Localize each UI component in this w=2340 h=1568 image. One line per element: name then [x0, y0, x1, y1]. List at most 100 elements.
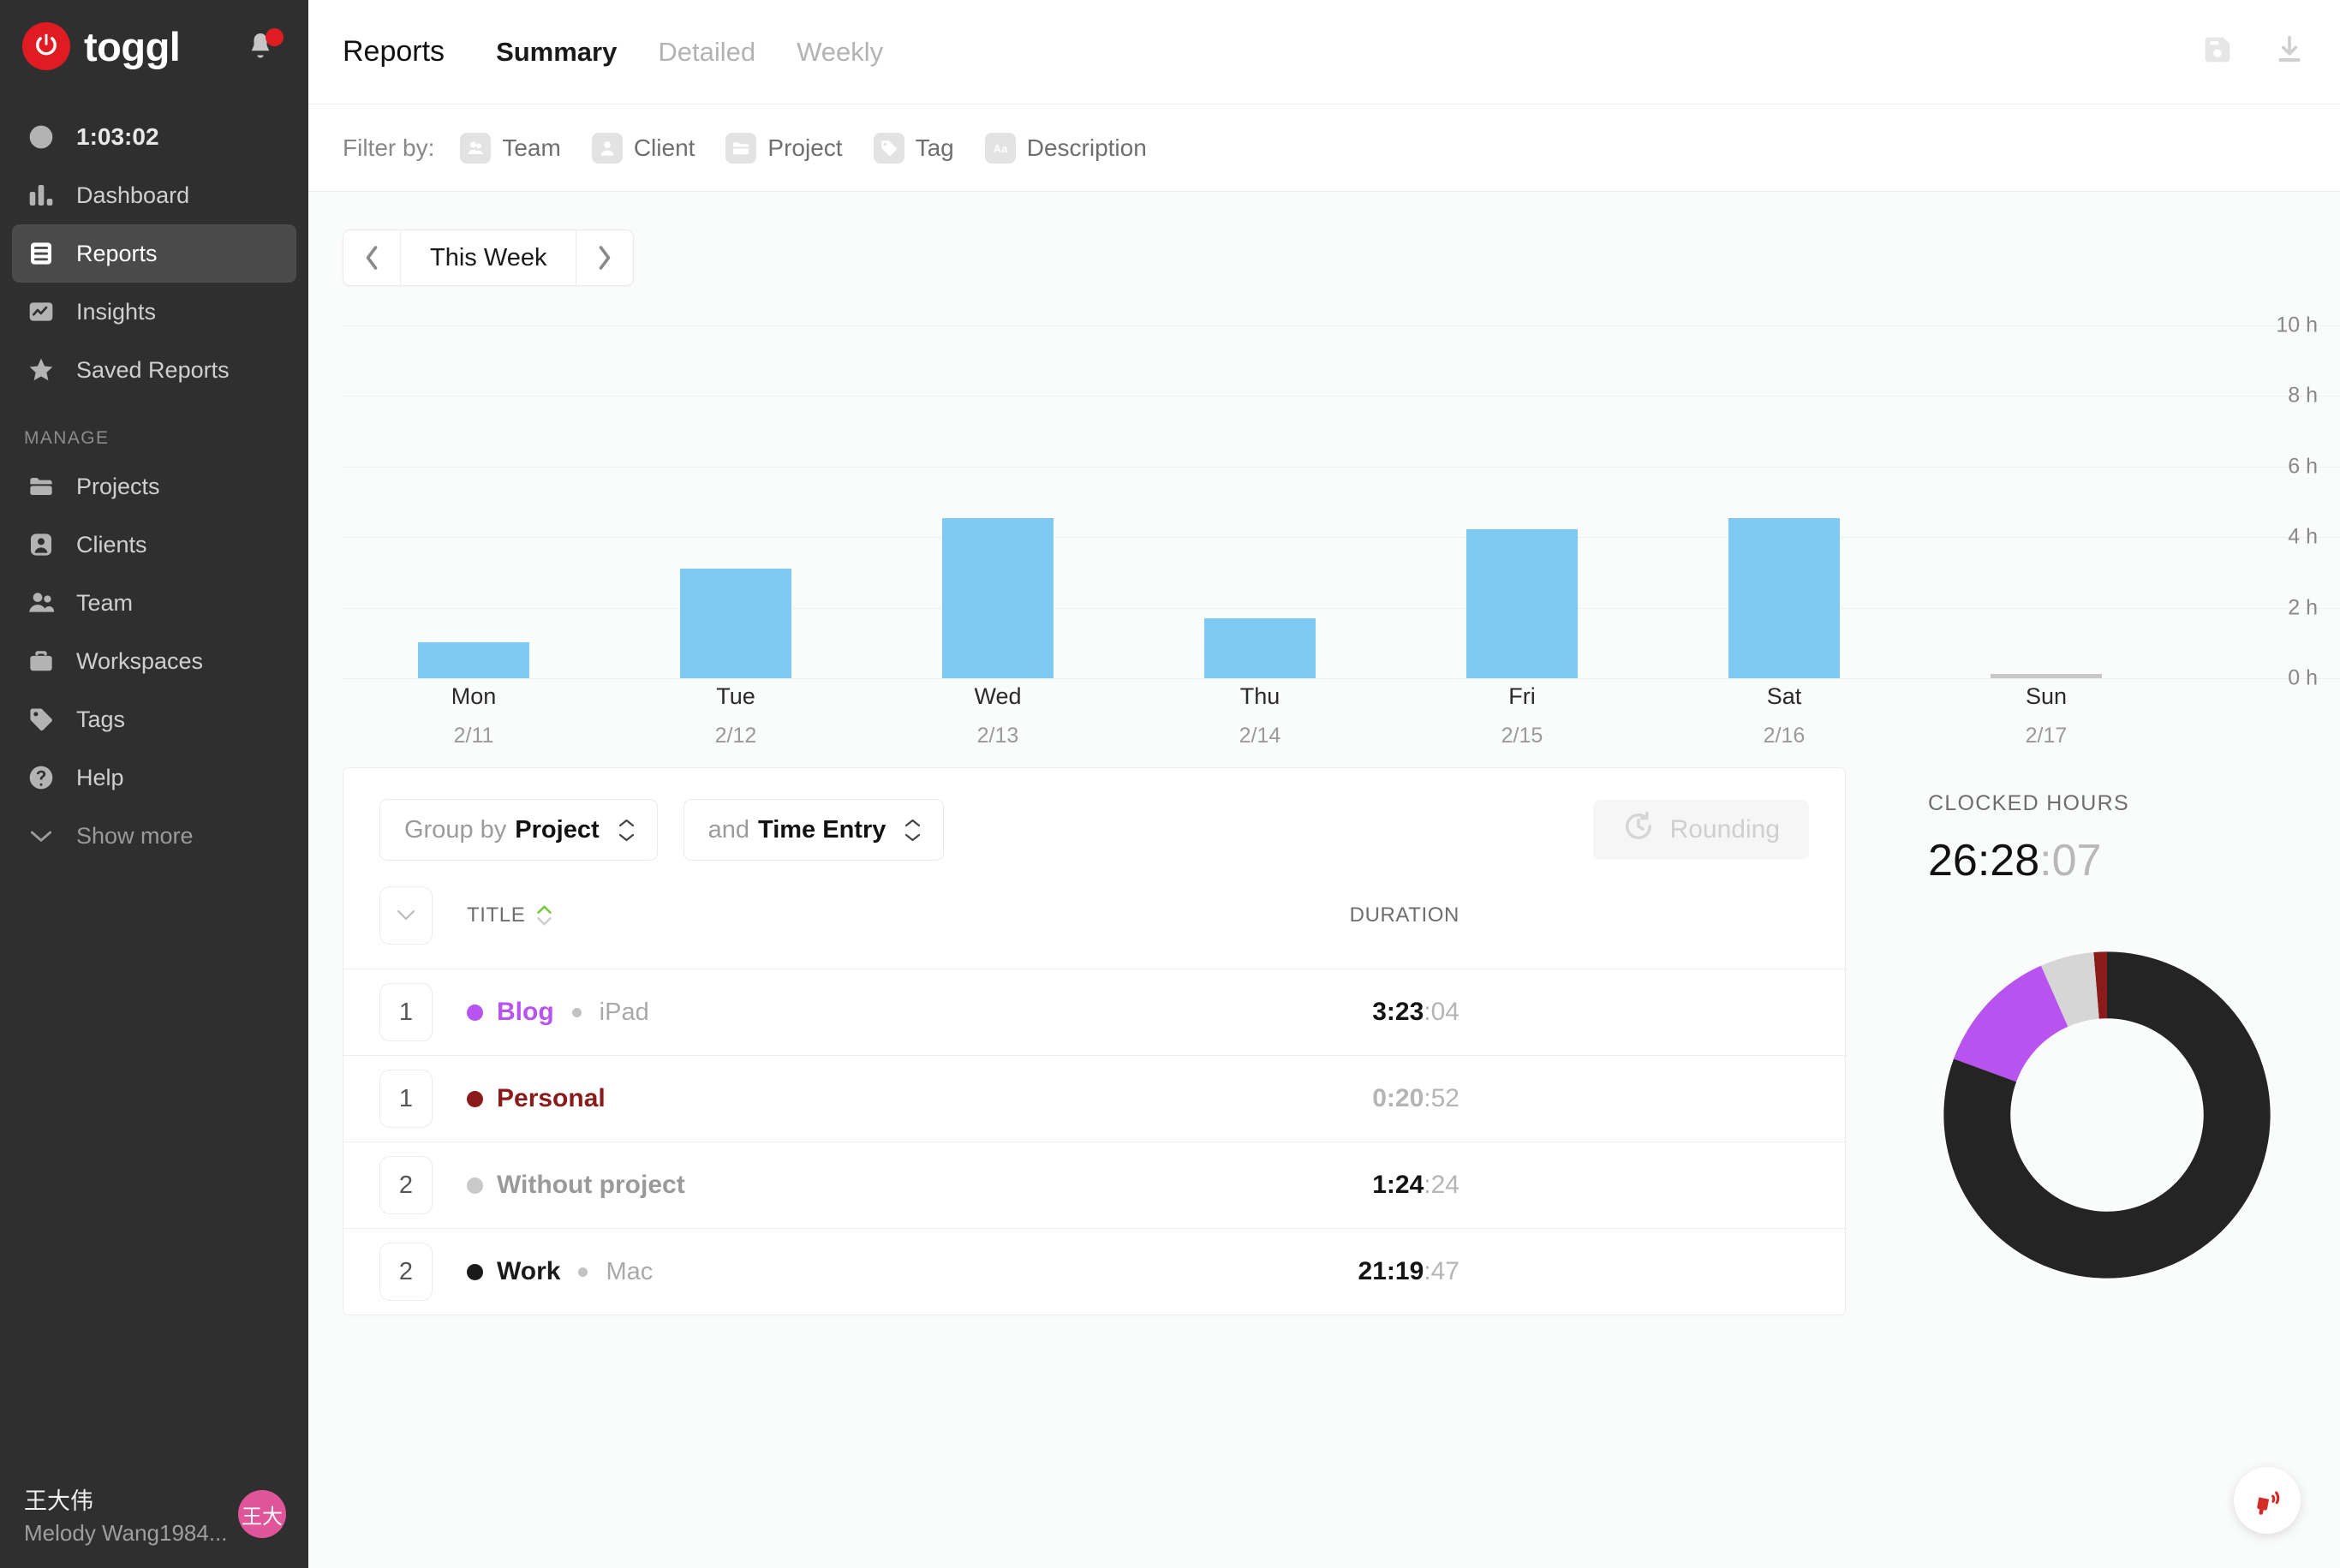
tab-detailed[interactable]: Detailed: [658, 37, 755, 68]
notification-badge: [266, 28, 284, 46]
x-axis-tick: Sun 2/17: [1915, 683, 2177, 748]
project-client: iPad: [599, 998, 649, 1026]
bar-column: [605, 325, 867, 678]
date-range-label[interactable]: This Week: [400, 230, 577, 285]
table-row[interactable]: 2 Work Mac 21:19:47: [343, 1228, 1845, 1315]
filter-by-label: Filter by:: [343, 134, 435, 161]
duration-cell: 1:24:24: [1372, 1171, 1809, 1200]
download-icon: [2278, 35, 2301, 63]
sidebar-show-more-button[interactable]: Show more: [12, 807, 296, 865]
sidebar-item-workspaces[interactable]: Workspaces: [12, 632, 296, 690]
duration-main: 21:19: [1358, 1257, 1424, 1285]
project-cell: Without project: [467, 1171, 685, 1200]
chart-bar[interactable]: [1728, 518, 1840, 678]
sidebar-item-clients[interactable]: Clients: [12, 516, 296, 574]
tab-weekly[interactable]: Weekly: [797, 37, 883, 68]
filter-client[interactable]: Client: [591, 132, 695, 164]
filter-description[interactable]: Aa Description: [984, 132, 1147, 164]
rounding-button[interactable]: Rounding: [1592, 800, 1809, 860]
notifications-button[interactable]: [245, 27, 284, 65]
sidebar-nav: 1:03:02 Dashboard Reports Insights Saved…: [0, 108, 308, 865]
filter-tag-label: Tag: [915, 134, 954, 161]
chart-bar[interactable]: [1991, 674, 2102, 678]
project-icon: [725, 132, 757, 164]
bar-column: [1391, 325, 1653, 678]
x-axis-day: Fri: [1508, 683, 1536, 709]
filter-description-label: Description: [1026, 134, 1147, 161]
x-axis-date: 2/17: [2025, 724, 2068, 748]
folder-icon: [24, 469, 58, 504]
clocked-hours-hm: 26:28: [1928, 836, 2040, 885]
y-axis-tick: 4 h: [2288, 524, 2318, 549]
next-period-button[interactable]: [576, 230, 633, 285]
column-header-duration[interactable]: DURATION: [1350, 903, 1809, 927]
table-row[interactable]: 2 Without project 1:24:24: [343, 1142, 1845, 1228]
group-by-prefix: Group by: [404, 815, 507, 844]
group-by-select[interactable]: Group by Project: [379, 799, 658, 861]
sidebar-item-saved-reports[interactable]: Saved Reports: [12, 341, 296, 399]
table-row[interactable]: 1 Personal 0:20:52: [343, 1055, 1845, 1142]
save-report-button[interactable]: [2201, 33, 2234, 70]
duration-main: 1:24: [1372, 1171, 1424, 1199]
row-count-badge[interactable]: 1: [379, 983, 433, 1041]
project-name[interactable]: Without project: [497, 1171, 685, 1200]
filter-project[interactable]: Project: [725, 132, 843, 164]
y-axis-tick: 0 h: [2288, 665, 2318, 690]
sidebar-label-help: Help: [76, 764, 124, 790]
sidebar-item-insights[interactable]: Insights: [12, 283, 296, 341]
sidebar-item-help[interactable]: Help: [12, 748, 296, 807]
sidebar-label-saved-reports: Saved Reports: [76, 356, 230, 383]
filter-project-label: Project: [767, 134, 843, 161]
avatar[interactable]: 王大: [238, 1490, 286, 1538]
subgroup-by-select[interactable]: and Time Entry: [683, 799, 945, 861]
chevron-right-icon: [600, 246, 611, 270]
column-header-title[interactable]: TITLE: [467, 903, 552, 927]
tab-summary[interactable]: Summary: [496, 37, 617, 68]
x-axis-tick: Sat 2/16: [1653, 683, 1915, 748]
sidebar-label-insights: Insights: [76, 298, 157, 325]
bar-column: [1653, 325, 1915, 678]
separator-dot: [578, 1267, 588, 1277]
sidebar-section-manage: MANAGE: [24, 428, 110, 448]
user-profile[interactable]: 王大伟 Melody Wang1984... 王大: [0, 1460, 308, 1568]
announcements-button[interactable]: [2234, 1467, 2301, 1534]
download-button[interactable]: [2273, 33, 2306, 70]
x-axis-day: Sat: [1766, 683, 1802, 709]
row-count-badge[interactable]: 1: [379, 1070, 433, 1128]
chart-bar[interactable]: [1466, 528, 1578, 678]
filter-tag[interactable]: Tag: [873, 132, 954, 164]
x-axis-day: Sun: [2025, 683, 2068, 709]
sidebar-item-reports[interactable]: Reports: [12, 224, 296, 283]
chart-bar[interactable]: [418, 641, 529, 678]
chart-plot: 0 h 2 h 4 h 6 h 8 h 10 h: [343, 313, 2340, 690]
subgroup-by-prefix: and: [707, 815, 750, 844]
filter-team[interactable]: Team: [460, 132, 561, 164]
chart-bar[interactable]: [1204, 617, 1316, 678]
row-count-badge[interactable]: 2: [379, 1156, 433, 1214]
chart-bar[interactable]: [680, 569, 791, 678]
expand-all-button[interactable]: [379, 886, 433, 945]
project-name[interactable]: Work: [497, 1257, 560, 1286]
sidebar-timer[interactable]: 1:03:02: [12, 108, 296, 166]
project-cell: Personal: [467, 1084, 606, 1113]
sidebar-label-clients: Clients: [76, 531, 147, 557]
row-count-badge[interactable]: 2: [379, 1243, 433, 1301]
main-area: Reports Summary Detailed Weekly Filter b…: [308, 0, 2340, 1568]
project-name[interactable]: Personal: [497, 1084, 606, 1113]
sidebar-item-team[interactable]: Team: [12, 574, 296, 632]
brand-name: toggl: [84, 23, 181, 69]
y-axis-tick: 10 h: [2276, 313, 2318, 337]
sidebar-item-projects[interactable]: Projects: [12, 457, 296, 516]
date-nav-row: This Week: [308, 192, 2340, 286]
x-axis-date: 2/12: [714, 724, 757, 748]
x-axis-day: Tue: [716, 683, 755, 709]
table-row[interactable]: 1 Blog iPad 3:23:04: [343, 969, 1845, 1055]
chart-bars: [343, 325, 2177, 678]
project-name[interactable]: Blog: [497, 998, 554, 1027]
sidebar-item-dashboard[interactable]: Dashboard: [12, 166, 296, 224]
sidebar-item-tags[interactable]: Tags: [12, 690, 296, 748]
toggl-logo-icon[interactable]: [22, 22, 70, 70]
prev-period-button[interactable]: [343, 230, 400, 285]
user-display-name: 王大伟: [24, 1488, 93, 1514]
chart-bar[interactable]: [942, 518, 1054, 678]
